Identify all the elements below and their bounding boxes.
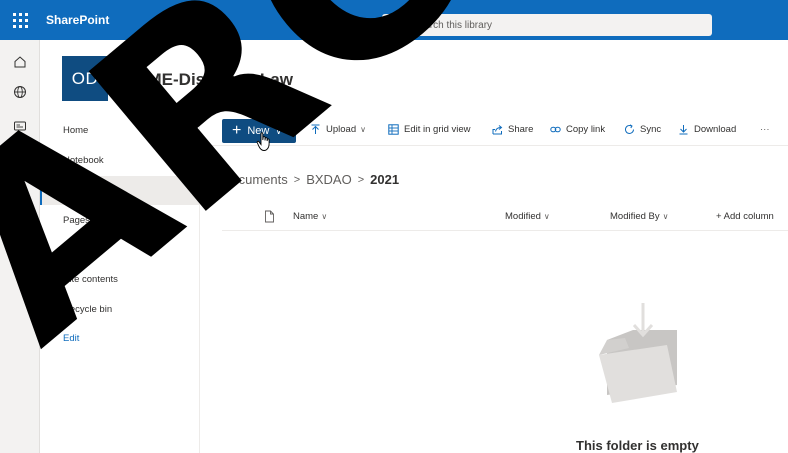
nav-item-pages[interactable]: Pages xyxy=(40,206,199,235)
nav-item-site-contents[interactable]: Site contents xyxy=(40,265,199,294)
download-button[interactable]: Download xyxy=(678,124,736,135)
plus-icon: + xyxy=(232,122,242,139)
grid-icon xyxy=(388,124,399,135)
copy-link-button[interactable]: Copy link xyxy=(550,124,605,135)
column-name-label: Name xyxy=(293,211,319,222)
app-brand[interactable]: SharePoint xyxy=(46,13,109,27)
globe-icon[interactable] xyxy=(12,84,28,100)
download-icon xyxy=(679,125,688,135)
copy-link-label: Copy link xyxy=(566,124,606,135)
breadcrumb-item-2021: 2021 xyxy=(370,172,400,187)
sync-button[interactable]: Sync xyxy=(624,124,661,135)
edit-grid-button[interactable]: Edit in grid view xyxy=(388,124,471,135)
breadcrumb-item-documents[interactable]: Documents xyxy=(222,172,288,187)
suite-bar: SharePoint Search this library xyxy=(0,0,788,40)
search-box[interactable]: Search this library xyxy=(382,14,712,36)
breadcrumb-separator: > xyxy=(293,173,301,186)
column-modified[interactable]: Modified ∨ xyxy=(505,211,550,222)
hand-cursor-icon xyxy=(256,132,270,151)
list-header: Name ∨ Modified ∨ Modified By ∨ + Add colum… xyxy=(222,204,788,231)
add-column-button[interactable]: + Add column xyxy=(716,211,774,222)
file-icon[interactable] xyxy=(12,150,28,166)
site-logo[interactable]: OD xyxy=(62,56,108,101)
home-icon[interactable] xyxy=(12,54,28,70)
upload-icon xyxy=(311,124,320,134)
share-label: Share xyxy=(508,124,534,135)
search-placeholder[interactable]: Search this library xyxy=(412,20,492,31)
nav-item-documents[interactable]: Documents xyxy=(40,176,199,205)
breadcrumb-item-bxdao[interactable]: BXDAO xyxy=(306,172,352,187)
column-modified-by-label: Modified By xyxy=(610,211,660,222)
upload-button[interactable]: Upload ∨ xyxy=(310,124,366,135)
column-modified-label: Modified xyxy=(505,211,541,222)
app-bar xyxy=(0,40,40,453)
nav-item-recycle-bin[interactable]: Recycle bin xyxy=(40,295,199,324)
edit-grid-label: Edit in grid view xyxy=(404,124,471,135)
share-button[interactable]: Share xyxy=(492,124,533,135)
column-modified-by[interactable]: Modified By ∨ xyxy=(610,211,669,222)
search-icon xyxy=(392,19,404,31)
nav-edit-link[interactable]: Edit xyxy=(40,324,199,353)
nav-item-2021[interactable]: 2021 xyxy=(40,236,199,265)
empty-state-message: This folder is empty xyxy=(576,438,699,453)
column-name[interactable]: Name ∨ xyxy=(293,211,327,222)
nav-item-home[interactable]: Home xyxy=(40,116,199,145)
sync-icon xyxy=(625,124,634,134)
waffle-icon xyxy=(12,12,28,28)
chevron-down-icon: ∨ xyxy=(275,125,282,136)
empty-folder-icon xyxy=(599,303,677,403)
download-label: Download xyxy=(694,124,737,135)
nav-item-notebook[interactable]: Notebook xyxy=(40,146,199,175)
list-icon[interactable] xyxy=(12,182,28,198)
chevron-down-icon: ∨ xyxy=(321,212,328,221)
left-nav: Home Notebook Documents Pages 2021 Site … xyxy=(40,116,200,453)
document-type-icon[interactable] xyxy=(264,210,275,223)
chevron-down-icon: ∨ xyxy=(662,212,669,221)
breadcrumb: Documents > BXDAO > 2021 xyxy=(222,172,399,187)
share-icon xyxy=(492,125,503,135)
chevron-down-icon: ∨ xyxy=(360,125,366,134)
upload-label: Upload xyxy=(326,124,357,135)
link-icon xyxy=(550,126,561,133)
app-launcher-button[interactable] xyxy=(0,0,40,40)
chevron-down-icon: ∨ xyxy=(543,212,550,221)
breadcrumb-separator: > xyxy=(357,173,365,186)
add-column-label: + Add column xyxy=(716,211,774,222)
site-title[interactable]: OCME-DiscoveryLaw xyxy=(122,70,293,90)
sync-label: Sync xyxy=(640,124,662,135)
more-actions-button[interactable]: ··· xyxy=(760,124,770,135)
command-bar: + New ∨ Upload ∨ Edit in grid view Share… xyxy=(200,116,788,146)
news-icon[interactable] xyxy=(12,118,28,134)
